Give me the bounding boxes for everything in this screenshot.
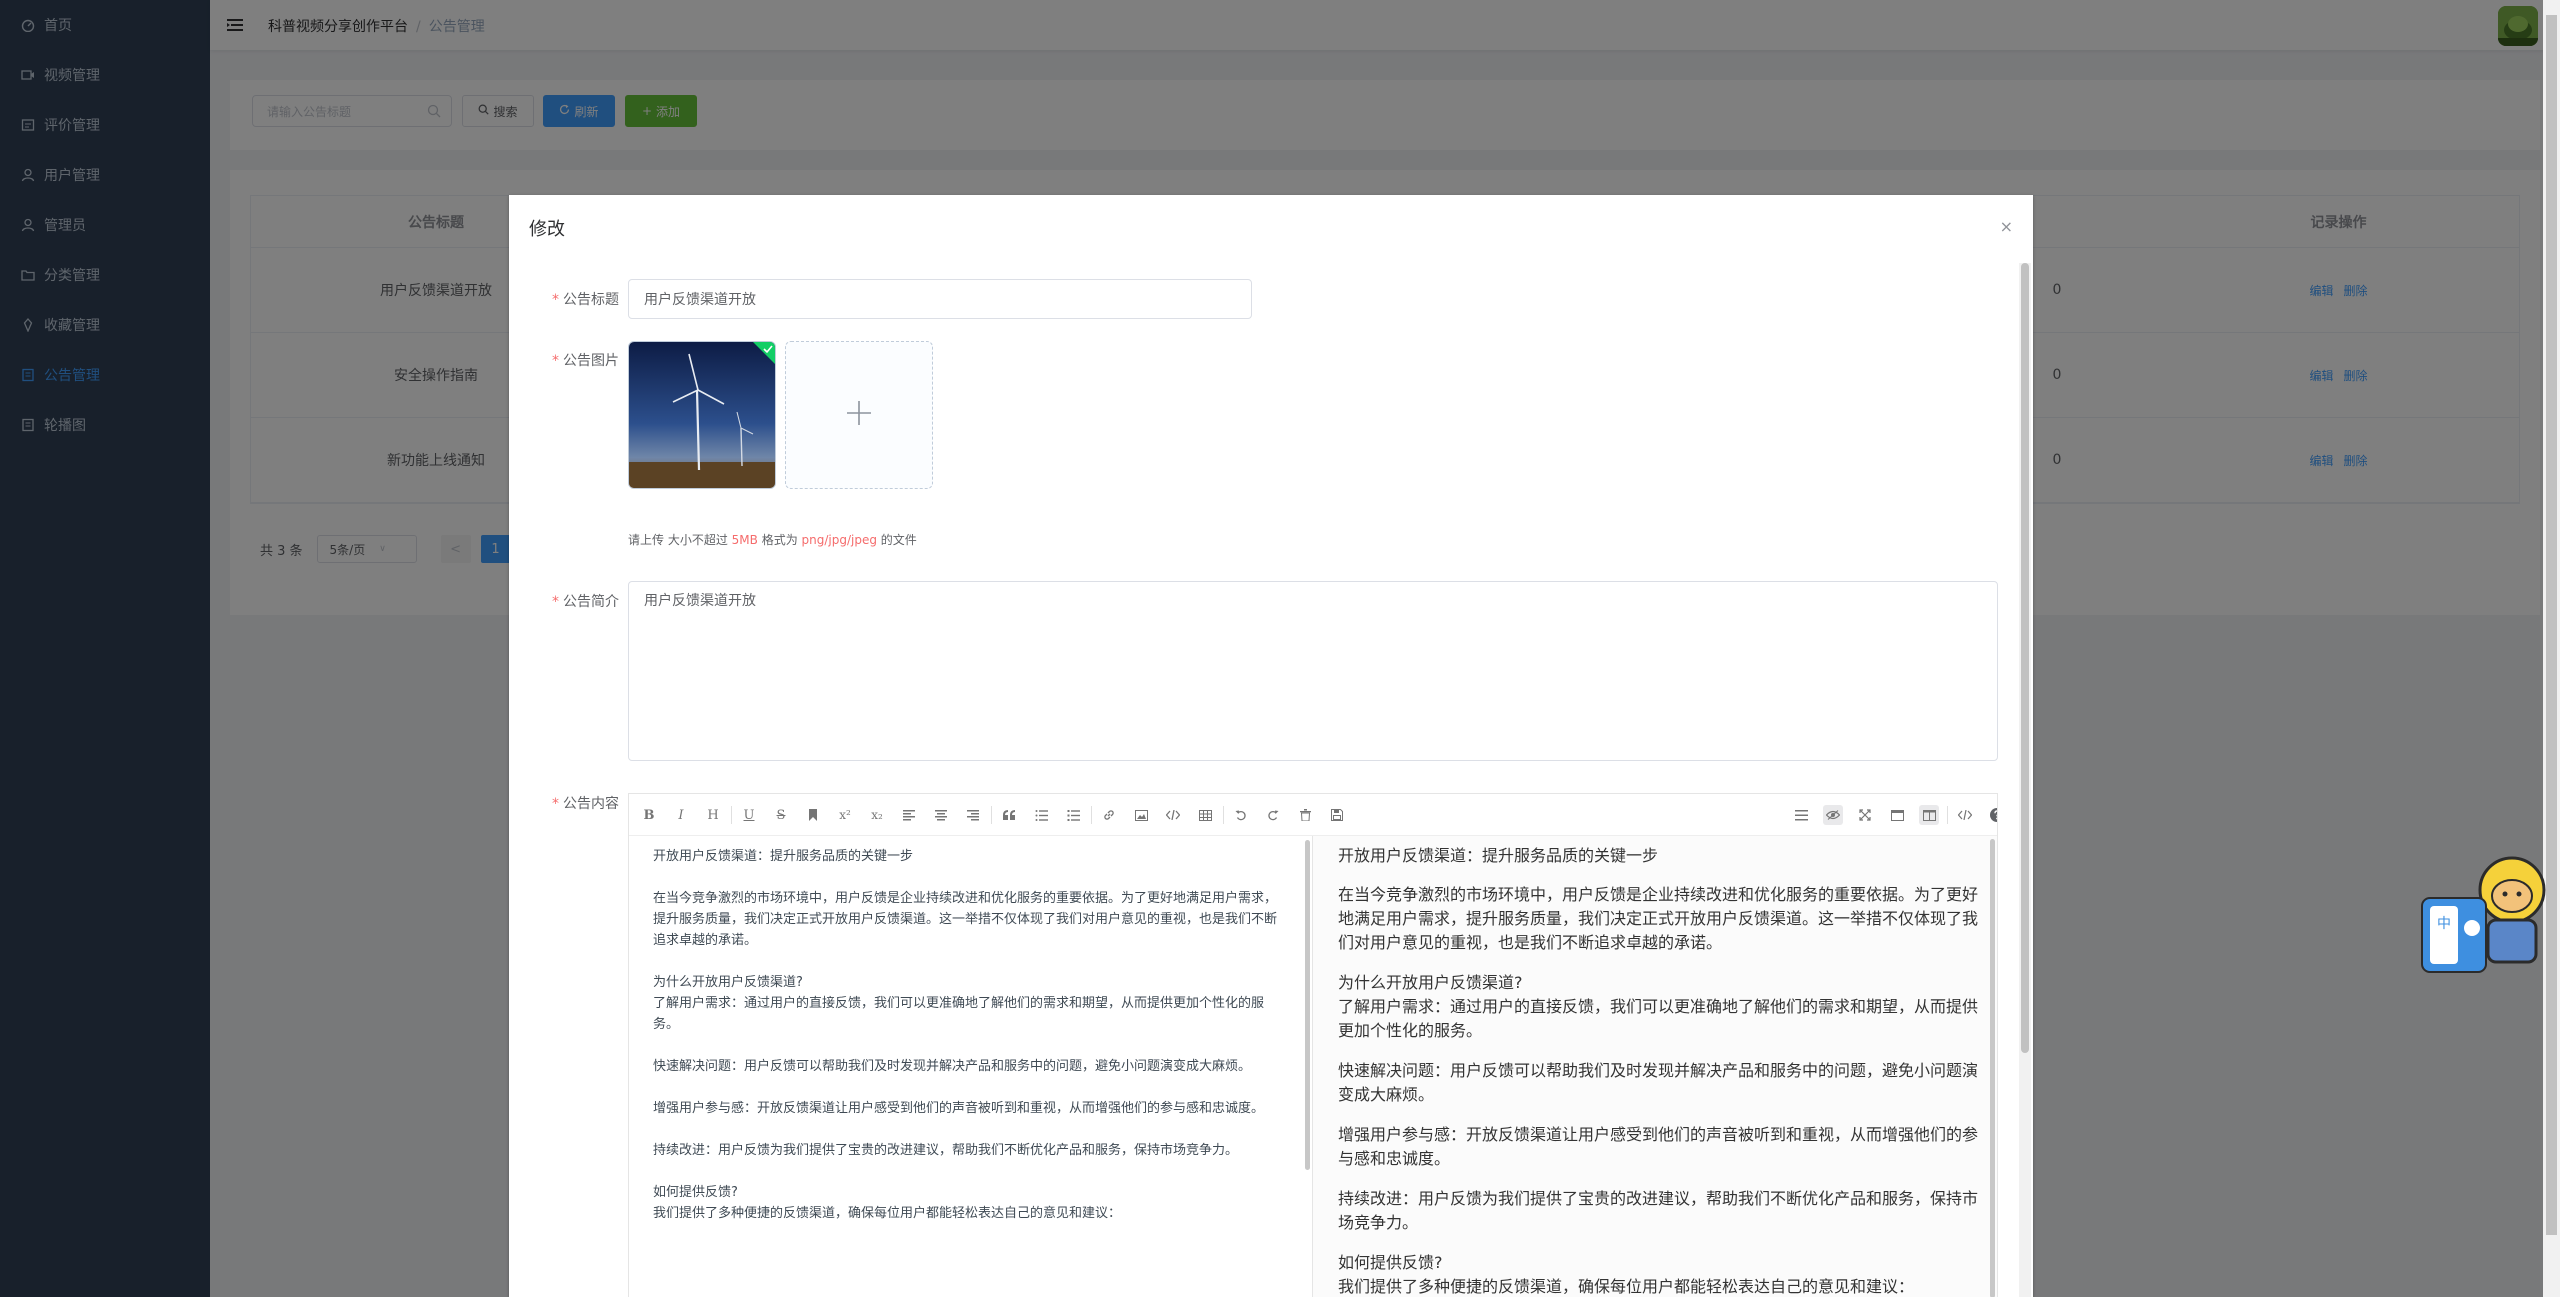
strikethrough-button[interactable]: S xyxy=(771,805,791,825)
required-mark: * xyxy=(552,292,559,308)
toolbar-divider xyxy=(1091,806,1092,824)
upload-tip-middle: 格式为 xyxy=(757,533,802,547)
heading-button[interactable]: H xyxy=(703,805,723,825)
upload-tip-suffix: 的文件 xyxy=(876,533,917,547)
image-label-text: 公告图片 xyxy=(563,353,619,369)
image-field-label: * 公告图片 xyxy=(509,350,619,370)
image-icon[interactable] xyxy=(1131,805,1151,825)
page-scrollbar[interactable] xyxy=(2543,0,2560,1297)
subscript-button[interactable]: x₂ xyxy=(867,805,887,825)
upload-tip-prefix: 请上传 大小不超过 xyxy=(628,533,732,547)
toolbar-divider xyxy=(991,806,992,824)
close-icon[interactable]: × xyxy=(2000,217,2013,236)
uploaded-image[interactable] xyxy=(628,341,776,489)
upload-add-button[interactable] xyxy=(785,341,933,489)
unordered-list-icon[interactable] xyxy=(1063,805,1083,825)
dialog-scrollbar-thumb[interactable] xyxy=(2021,263,2029,1053)
bold-button[interactable]: B xyxy=(639,805,659,825)
underline-button[interactable]: U xyxy=(739,805,759,825)
preview-paragraph: 增强用户参与感：开放反馈渠道让用户感受到他们的声音被听到和重视，从而增强他们的参… xyxy=(1338,1125,1979,1168)
table-icon[interactable] xyxy=(1195,805,1215,825)
italic-button[interactable]: I xyxy=(671,805,691,825)
intro-textarea[interactable]: 用户反馈渠道开放 xyxy=(628,581,1998,761)
title-label-text: 公告标题 xyxy=(563,292,619,308)
required-mark: * xyxy=(552,796,559,812)
markdown-source[interactable]: 开放用户反馈渠道：提升服务品质的关键一步 在当今竞争激烈的市场环境中，用户反馈是… xyxy=(629,836,1312,1297)
fullscreen-icon[interactable] xyxy=(1855,805,1875,825)
title-field-label: * 公告标题 xyxy=(509,289,619,309)
intro-field-label: * 公告简介 xyxy=(509,591,619,611)
save-icon[interactable] xyxy=(1327,805,1347,825)
preview-paragraph: 在当今竞争激烈的市场环境中，用户反馈是企业持续改进和优化服务的重要依据。为了更好… xyxy=(1338,885,1979,952)
required-mark: * xyxy=(552,353,559,369)
align-left-icon[interactable] xyxy=(899,805,919,825)
align-right-icon[interactable] xyxy=(963,805,983,825)
markdown-editor: B I H U S x² x₂ 开放用户反馈渠道：提升服务品质的关键一步 在当今… xyxy=(628,793,1998,1297)
superscript-button[interactable]: x² xyxy=(835,805,855,825)
content-label-text: 公告内容 xyxy=(563,796,619,812)
preview-paragraph: 为什么开放用户反馈渠道? 了解用户需求：通过用户的直接反馈，我们可以更准确地了解… xyxy=(1338,973,1979,1040)
link-icon[interactable] xyxy=(1099,805,1119,825)
toolbar-divider xyxy=(1947,806,1948,824)
editor-source-scrollbar[interactable] xyxy=(1305,840,1310,1170)
ordered-list-icon[interactable] xyxy=(1031,805,1051,825)
upload-tip: 请上传 大小不超过 5MB 格式为 png/jpg/jpeg 的文件 xyxy=(628,531,917,548)
dialog-scrollbar[interactable] xyxy=(2019,263,2031,1297)
toolbar-divider xyxy=(1223,806,1224,824)
title-input[interactable]: 用户反馈渠道开放 xyxy=(628,279,1252,319)
edit-dialog: 修改 × * 公告标题 用户反馈渠道开放 * 公告图片 请上传 大小不超过 5MB … xyxy=(509,195,2033,1297)
subfield-icon[interactable] xyxy=(1919,805,1939,825)
mascot-badge-text: 中 xyxy=(2437,916,2451,932)
required-mark: * xyxy=(552,594,559,610)
preview-icon[interactable] xyxy=(1823,805,1843,825)
code-icon[interactable] xyxy=(1163,805,1183,825)
align-center-icon[interactable] xyxy=(931,805,951,825)
preview-paragraph: 持续改进：用户反馈为我们提供了宝贵的改进建议，帮助我们不断优化产品和服务，保持市… xyxy=(1338,1189,1979,1232)
markdown-preview: 开放用户反馈渠道：提升服务品质的关键一步 在当今竞争激烈的市场环境中，用户反馈是… xyxy=(1313,836,1997,1297)
bookmark-icon[interactable] xyxy=(803,805,823,825)
source-icon[interactable] xyxy=(1955,805,1975,825)
page-scrollbar-thumb[interactable] xyxy=(2546,15,2557,1235)
mascot-widget[interactable]: 中 xyxy=(2420,850,2550,980)
preview-paragraph: 快速解决问题：用户反馈可以帮助我们及时发现并解决产品和服务中的问题，避免小问题演… xyxy=(1338,1061,1979,1104)
undo-icon[interactable] xyxy=(1231,805,1251,825)
navigation-icon[interactable] xyxy=(1791,805,1811,825)
trash-icon[interactable] xyxy=(1295,805,1315,825)
help-icon[interactable] xyxy=(1987,805,1997,825)
intro-label-text: 公告简介 xyxy=(563,594,619,610)
editor-toolbar: B I H U S x² x₂ xyxy=(629,794,1997,836)
editor-preview-scrollbar[interactable] xyxy=(1990,839,1995,1297)
html-preview-icon[interactable] xyxy=(1887,805,1907,825)
preview-paragraph: 如何提供反馈? 我们提供了多种便捷的反馈渠道，确保每位用户都能轻松表达自己的意见… xyxy=(1338,1253,1915,1296)
quote-icon[interactable] xyxy=(999,805,1019,825)
preview-heading: 开放用户反馈渠道：提升服务品质的关键一步 xyxy=(1338,846,1659,865)
redo-icon[interactable] xyxy=(1263,805,1283,825)
upload-tip-size: 5MB xyxy=(731,533,758,547)
toolbar-divider xyxy=(731,806,732,824)
plus-icon xyxy=(845,399,873,431)
content-field-label: * 公告内容 xyxy=(509,793,619,813)
upload-tip-formats: png/jpg/jpeg xyxy=(801,533,877,547)
dialog-title: 修改 xyxy=(529,219,565,240)
